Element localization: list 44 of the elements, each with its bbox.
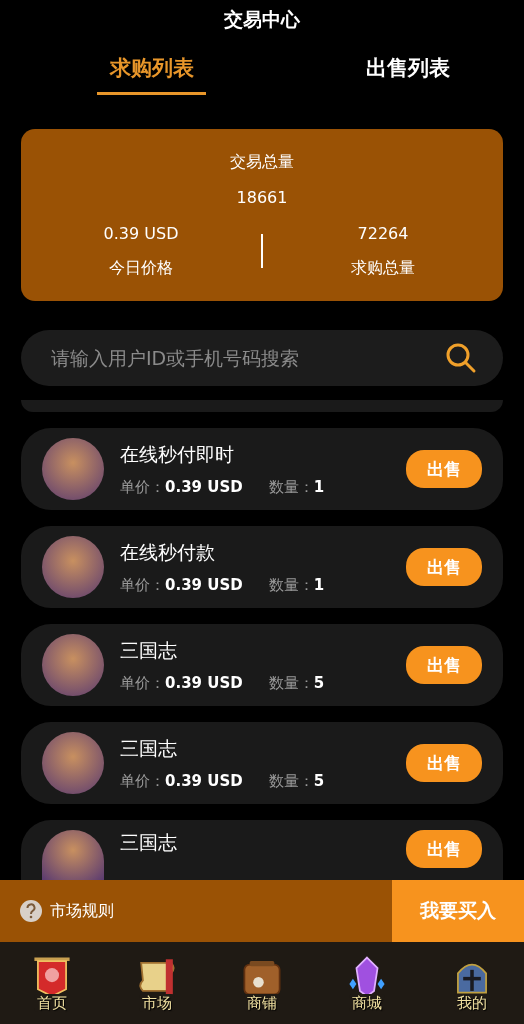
page-title: 交易中心 [224,7,300,32]
nav-label: 商铺 [244,994,280,1012]
price-value: 0.39 USD [165,771,243,790]
search-bar[interactable]: 请输入用户ID或手机号码搜索 [21,330,503,386]
nav-label: 市场 [139,994,176,1012]
order-name: 三国志 [120,637,178,663]
price-label: 单价： [120,673,165,693]
quantity-value: 1 [313,575,325,594]
total-label: 交易总量 [230,151,294,173]
quantity-label: 数量： [268,771,314,791]
search-field[interactable]: 请输入用户ID或手机号码搜索 [49,346,445,370]
nav-item[interactable]: 商城 [338,954,395,1012]
demand-label: 求购总量 [351,257,415,279]
rules-bar[interactable]: 市场规则 [0,880,392,942]
quantity-label: 数量： [268,673,314,693]
quantity-value: 5 [313,771,325,790]
price-label: 今日价格 [109,257,173,279]
demand-value: 72264 [357,223,409,245]
order-name: 三国志 [120,735,178,761]
price-value: 0.39 USD [165,575,243,594]
avatar-image [42,830,104,880]
order-name: 在线秒付即时 [120,441,235,467]
rules-link[interactable]: 市场规则 [50,900,114,922]
quantity-label: 数量： [268,477,314,497]
order-name: 在线秒付款 [120,539,216,565]
nav-item[interactable]: 我的 [443,954,500,1012]
total-value: 18661 [236,187,288,209]
quantity-label: 数量： [268,575,314,595]
price-value: 0.39 USD [103,223,179,245]
search-icon [445,342,477,374]
nav-item[interactable]: 商铺 [234,954,290,1012]
order-name: 三国志 [120,830,178,855]
question-mark-icon [25,903,37,919]
price-label: 单价： [120,575,165,595]
price-value: 0.39 USD [165,477,243,496]
quantity-value: 5 [313,673,325,692]
tab[interactable]: 求购列表 [97,48,206,95]
nav-item[interactable]: 首页 [24,954,81,1012]
quantity-value: 1 [313,477,325,496]
tab[interactable]: 出售列表 [353,48,462,95]
price-label: 单价： [120,477,165,497]
nav-item[interactable]: 市场 [129,954,186,1012]
price-label: 单价： [120,771,165,791]
price-value: 0.39 USD [165,673,243,692]
